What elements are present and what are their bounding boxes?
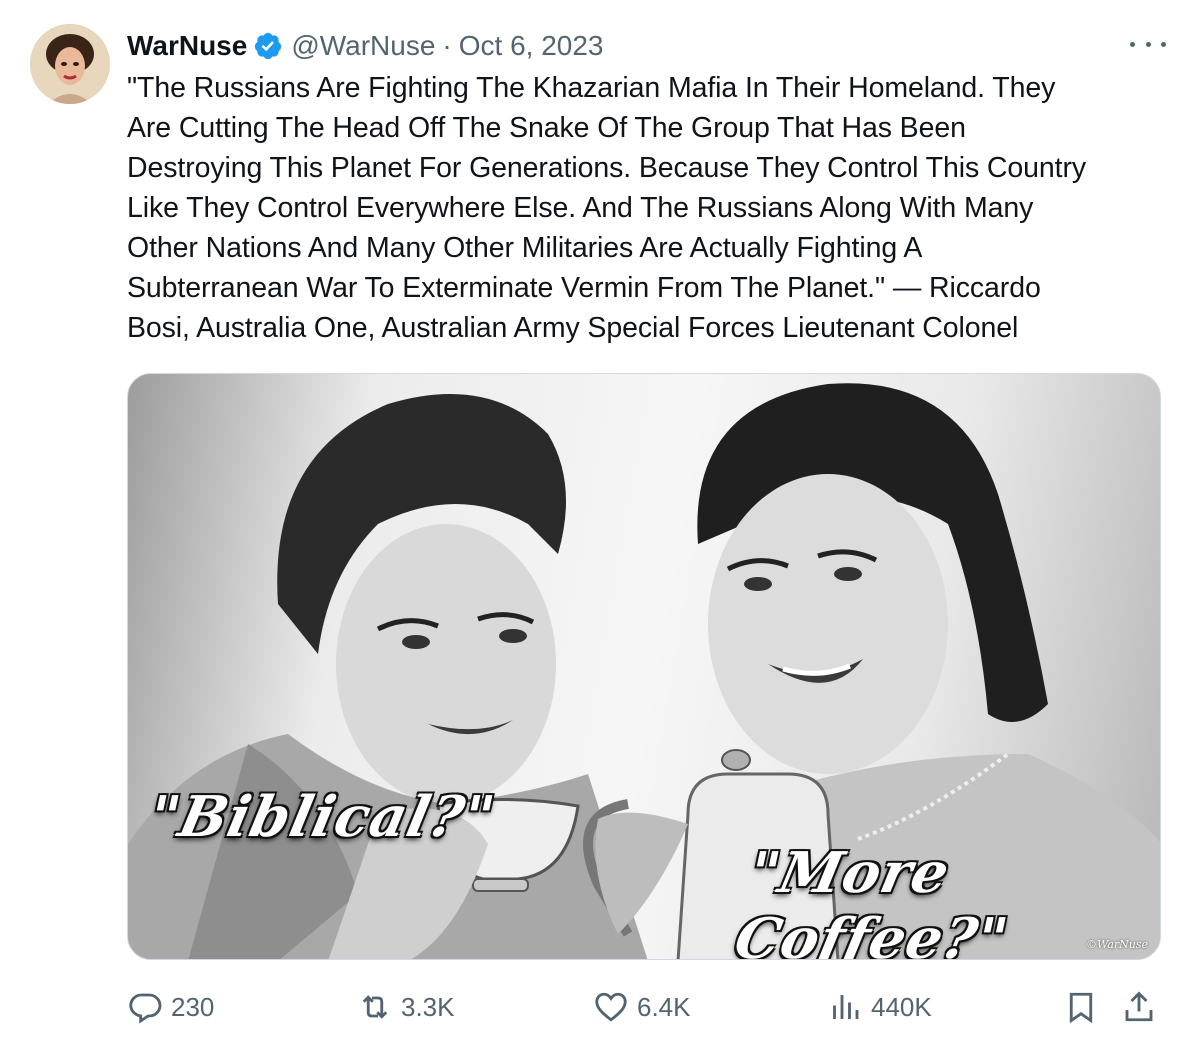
tweet-date[interactable]: Oct 6, 2023 xyxy=(459,30,604,62)
like-count: 6.4K xyxy=(637,991,691,1022)
tweet-text-line: Bosi, Australia One, Australian Army Spe… xyxy=(127,312,1019,344)
repost-button[interactable]: 3.3K xyxy=(357,986,455,1028)
tweet-text-line: Subterranean War To Exterminate Vermin F… xyxy=(127,272,1041,304)
tweet-actions: 230 3.3K 6.4K 440K xyxy=(127,986,1167,1028)
bookmark-button[interactable] xyxy=(1063,986,1099,1028)
author-handle[interactable]: @WarNuse xyxy=(291,30,435,62)
tweet-text-line: Other Nations And Many Other Militaries … xyxy=(127,232,923,264)
avatar-image xyxy=(30,24,110,104)
tweet-text-line: Like They Control Everywhere Else. And T… xyxy=(127,192,1034,224)
heart-icon xyxy=(595,992,627,1022)
tweet-media-image[interactable]: "Biblical?" "More Coffee?" ©WarNuse xyxy=(127,373,1161,960)
author-name[interactable]: WarNuse xyxy=(127,30,247,62)
bookmark-icon xyxy=(1069,992,1093,1024)
more-icon[interactable] xyxy=(1130,30,1166,58)
avatar[interactable] xyxy=(30,24,110,104)
verified-badge-icon xyxy=(255,32,282,60)
separator-dot: · xyxy=(442,30,452,61)
share-icon xyxy=(1125,991,1153,1022)
tweet-header: WarNuse @WarNuse · Oct 6, 2023 xyxy=(127,26,604,66)
like-button[interactable]: 6.4K xyxy=(593,986,691,1028)
views-button[interactable]: 440K xyxy=(827,986,932,1028)
caption-left: "Biblical?" xyxy=(142,784,502,850)
reply-icon xyxy=(129,993,162,1024)
reply-button[interactable]: 230 xyxy=(127,986,214,1028)
tweet-text-line: Destroying This Planet For Generations. … xyxy=(127,152,1087,184)
views-count: 440K xyxy=(871,991,932,1022)
reply-count: 230 xyxy=(171,991,215,1022)
views-icon xyxy=(833,995,859,1019)
repost-icon xyxy=(362,995,388,1019)
tweet-text-line: "The Russians Are Fighting The Khazarian… xyxy=(127,72,1056,104)
tweet-text: "The Russians Are Fighting The Khazarian… xyxy=(127,68,1169,348)
tweet-text-line: Are Cutting The Head Off The Snake Of Th… xyxy=(127,112,966,144)
tweet: WarNuse @WarNuse · Oct 6, 2023 "The Russ… xyxy=(0,0,1204,1060)
share-button[interactable] xyxy=(1121,986,1157,1028)
watermark: ©WarNuse xyxy=(1085,938,1148,951)
repost-count: 3.3K xyxy=(401,991,455,1022)
